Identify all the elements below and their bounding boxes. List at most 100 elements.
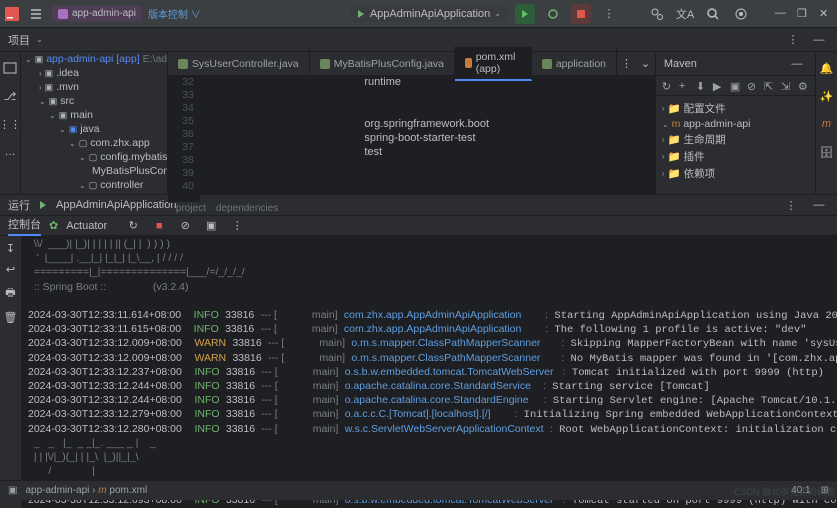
run-config-label: AppAdminApiApplication [370,8,490,20]
tree-label: com.zhx.app [90,137,150,149]
hide-icon[interactable]: — [787,54,807,74]
hide-icon[interactable]: — [809,195,829,215]
more-tool-icon[interactable]: … [0,142,20,162]
tree-root-path: E:\admin_work\company [143,53,168,65]
commit-tool-icon[interactable]: ⎇ [0,86,20,106]
maven-node[interactable]: ›📁 插件 [662,148,809,165]
tab-dropdown-icon[interactable]: ⌄ [636,54,655,74]
tree-package[interactable]: ⌄▢config.mybatis [21,150,167,164]
code-with-me-icon[interactable] [647,4,667,24]
statusbar: ▣ app-admin-api › m pom.xml 40:1 ⊞ [0,480,837,500]
database-icon[interactable]: 🗄 [816,142,836,162]
ai-icon[interactable]: ✨ [816,86,836,106]
editor-gutter: 32 33 34 35 36 37 38 39 40 runtime org.s… [168,76,655,202]
console-output[interactable]: \\/ ___)| |_)| | | | | || (_| | ) ) ) ) … [22,236,837,508]
structure-tool-icon[interactable]: ⋮⋮ [0,114,20,134]
maven-header: Maven — [656,52,815,76]
tree-file[interactable]: SysUserController [21,192,167,194]
chevron-down-icon: ⌄ [494,9,501,18]
tab-console[interactable]: 控制台 [8,216,41,236]
maven-label: 配置文件 [684,101,726,116]
chevron-down-icon[interactable]: ⌄ [36,35,43,44]
maven-node[interactable]: ⌄m app-admin-api [662,117,809,131]
more-icon[interactable]: ⋮ [599,4,619,24]
print-icon[interactable]: 🖶 [5,284,15,303]
maven-tool-icon[interactable]: m [816,114,836,134]
wrap-icon[interactable]: ↩ [6,263,15,276]
settings-icon[interactable] [731,4,751,24]
tree-label: main [70,109,93,121]
tree-folder[interactable]: ›▣.idea [21,66,167,80]
search-icon[interactable] [703,4,723,24]
maven-node[interactable]: ›📁 配置文件 [662,100,809,117]
more-icon[interactable]: ⋮ [781,195,801,215]
settings-icon[interactable]: ⚙ [798,80,809,92]
close-button[interactable]: ✕ [819,7,833,21]
breadcrumb-item[interactable]: project [176,203,206,214]
left-stripe: ⎇ ⋮⋮ … [0,52,21,194]
titlebar: app-admin-api 版本控制 ∨ AppAdminApiApplicat… [0,0,837,28]
main-menu-icon[interactable] [26,4,46,24]
exit-icon[interactable]: ⊘ [175,216,195,236]
project-tool-icon[interactable] [0,58,20,78]
clear-icon[interactable]: 🗑 [4,311,18,324]
run-config-selector[interactable]: AppAdminApiApplication ⌄ [350,6,507,22]
right-stripe: 🔔 ✨ m 🗄 [815,52,837,194]
code-body[interactable]: runtime org.springframework.boot spring-… [200,76,655,202]
tree-package[interactable]: ⌄▢com.zhx.app [21,136,167,150]
project-chip[interactable]: app-admin-api [52,6,142,21]
reload-icon[interactable]: ↻ [662,80,673,92]
tree-root-label: app-admin-api [app] [46,53,139,65]
scroll-icon[interactable]: ↧ [6,242,15,255]
download-icon[interactable]: ⬇ [696,80,707,92]
rerun-icon[interactable]: ↻ [123,216,143,236]
tree-folder[interactable]: ⌄▣main [21,108,167,122]
tree-root[interactable]: ⌄▣app-admin-api [app] E:\admin_work\comp… [21,52,167,66]
maven-label: 依赖项 [684,166,716,181]
stop-button[interactable] [571,4,591,24]
console-body: ↧ ↩ 🖶 🗑 \\/ ___)| |_)| | | | | || (_| | … [0,236,837,508]
tree-file[interactable]: MyBatisPlusConfig [21,164,167,178]
tree-label: .idea [56,67,79,79]
vcs-dropdown[interactable]: 版本控制 ∨ [148,6,201,21]
tree-folder[interactable]: ⌄▣java [21,122,167,136]
editor-breadcrumbs: project dependencies [168,202,655,214]
tab-more-icon[interactable]: ⋮ [617,54,636,74]
maven-node[interactable]: ›📁 生命周期 [662,131,809,148]
tree-label: java [80,123,99,135]
tree-package[interactable]: ⌄▢controller [21,178,167,192]
more-icon[interactable]: ⋮ [227,216,247,236]
translate-icon[interactable]: 文A [675,4,695,24]
status-breadcrumb[interactable]: app-admin-api › m pom.xml [25,485,147,496]
stop-icon[interactable]: ■ [149,216,169,236]
more-icon[interactable]: ⋮ [783,30,803,50]
collapse-icon[interactable]: ⇱ [764,80,775,92]
run-config-name[interactable]: AppAdminApiApplication [56,199,176,211]
restore-button[interactable]: ❐ [797,7,811,21]
expand-icon[interactable]: ⇲ [781,80,792,92]
play-icon [356,9,366,19]
tree-label: MyBatisPlusConfig [92,165,168,177]
hide-icon[interactable]: — [809,30,829,50]
run-icon[interactable]: ▶ [713,80,724,92]
maven-node[interactable]: ›📁 依赖项 [662,165,809,182]
tree-label: controller [100,179,143,191]
debug-button[interactable] [543,4,563,24]
generate-icon[interactable]: + [679,80,690,92]
tab-actuator[interactable]: Actuator [66,220,107,232]
layout-icon[interactable]: ▣ [201,216,221,236]
ide-logo-icon [4,6,20,22]
breadcrumb-item[interactable]: dependencies [216,203,278,214]
minimize-button[interactable]: — [775,7,789,21]
tree-folder[interactable]: ⌄▣src [21,94,167,108]
skip-icon[interactable]: ⊘ [747,80,758,92]
editor-area: SysUserController.javaMyBatisPlusConfig.… [168,52,655,194]
run-button[interactable] [515,4,535,24]
project-icon [58,9,68,19]
notifications-icon[interactable]: 🔔 [816,58,836,78]
project-name: app-admin-api [72,8,136,19]
tree-folder[interactable]: ›▣.mvn [21,80,167,94]
toggle-icon[interactable]: ▣ [730,80,741,92]
project-tool-label[interactable]: 项目 [8,32,30,48]
play-icon [38,200,48,210]
